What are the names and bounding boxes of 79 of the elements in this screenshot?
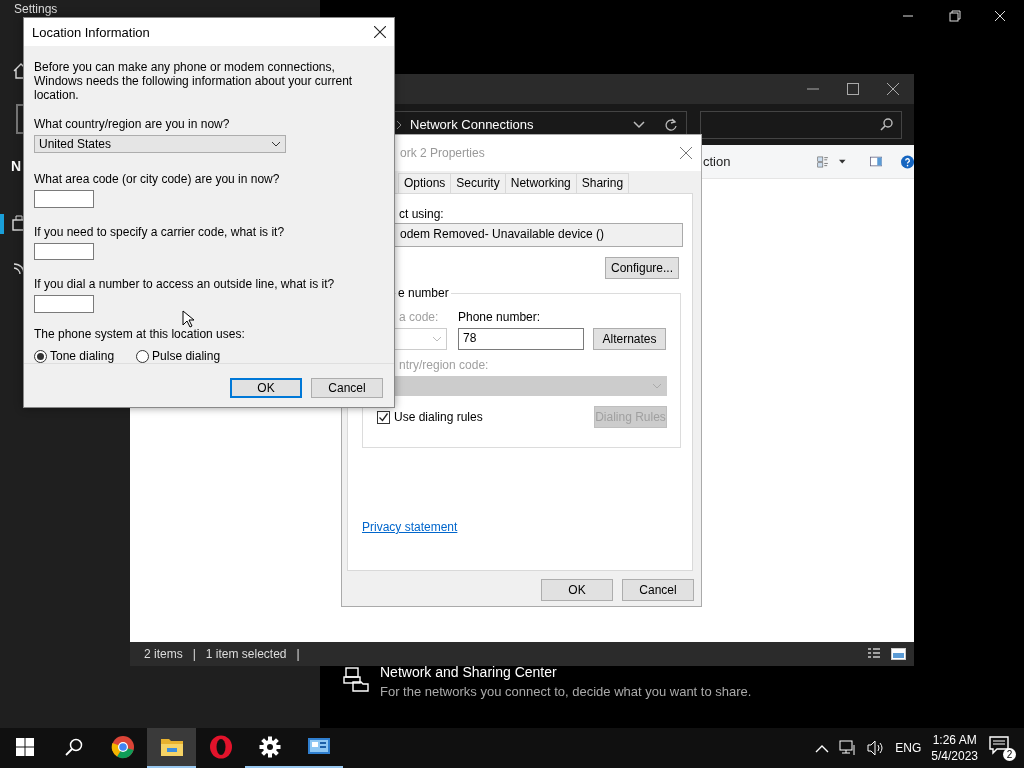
preview-pane-icon[interactable] [869,155,882,168]
field-label: The phone system at this location uses: [34,327,246,341]
chevron-icon [395,119,403,130]
maximize-icon[interactable] [846,82,860,96]
speaker-icon[interactable] [867,740,886,756]
language-indicator[interactable]: ENG [895,741,922,755]
carrier-code-field[interactable] [34,242,94,261]
network-sharing-icon[interactable] [343,666,369,692]
close-icon[interactable] [374,26,386,38]
status-separator: | [296,647,300,661]
refresh-icon[interactable] [664,117,678,132]
field-label: a code: [399,310,440,324]
checkbox-label: Use dialing rules [394,410,483,424]
tab[interactable]: Networking [504,173,577,193]
notification-badge: 2 [1003,748,1016,761]
status-text: 1 item selected [205,647,287,661]
chrome-icon [110,735,135,759]
dialog-button[interactable]: OK [541,579,613,601]
selection-indicator [0,214,4,234]
window-title: Settings [14,2,58,16]
caret-icon [652,383,662,389]
close-icon[interactable] [886,82,900,96]
radio-label: Pulse dialing [152,349,221,363]
dialog-title: ork 2 Properties [400,146,485,160]
area-code-field[interactable] [34,189,94,208]
opera-icon [208,735,233,759]
radio-label: Tone dialing [50,349,115,363]
intro-text: Before you can make any phone or modem connections, Windows needs the following information about your current location. [34,60,354,102]
status-separator: | [192,647,196,661]
link-title[interactable]: Network and Sharing Center [380,664,557,680]
clock[interactable]: 1:26 AM 5/4/2023 [931,732,978,764]
details-view-icon[interactable] [867,648,881,660]
field-label: If you dial a number to access an outside line, what is it? [34,277,336,292]
field-label: If you need to specify a carrier code, what is it? [34,224,286,239]
chevron-up-icon[interactable] [815,743,830,753]
field-label: ntry/region code: [399,358,490,372]
status-text: 2 items [144,647,183,661]
network-icon[interactable] [839,740,858,756]
privacy-link[interactable]: Privacy statement [362,520,458,534]
help-icon[interactable] [900,152,914,171]
alternates-button[interactable]: Alternates [593,328,666,350]
view-options-icon[interactable] [817,153,830,170]
phone-number-field[interactable]: 78 [458,328,584,350]
gear-icon [258,736,281,758]
large-icons-view-icon[interactable] [891,648,906,660]
field-label: What country/region are you in now? [34,117,231,131]
control-panel-icon [306,737,331,757]
radio-button[interactable] [136,349,150,363]
windows-start-icon[interactable] [15,738,34,756]
radio-button[interactable] [34,349,47,363]
dialog-button[interactable]: Cancel [311,378,383,398]
checkbox[interactable] [377,410,390,424]
dropdown-icon[interactable] [839,158,846,165]
search-field[interactable] [700,110,902,139]
folder-icon [159,736,184,758]
caret-icon [432,336,442,342]
dialog-button[interactable]: OK [230,378,302,398]
group-label: e number [396,286,451,300]
cursor-icon [182,310,194,328]
field-label: Phone number: [458,310,541,324]
search-icon [880,118,893,131]
dialog-title: Location Information [32,24,150,40]
caret-icon [271,140,281,147]
ethernet-icon[interactable] [12,215,26,233]
configure-button[interactable]: Configure... [605,257,679,279]
caret-icon[interactable] [633,120,645,129]
field-label: What area code (or city code) are you in now? [34,171,281,186]
search-icon[interactable] [64,738,83,756]
field-label: ct using: [399,207,445,221]
country-dropdown[interactable]: United States [34,135,286,153]
tab[interactable]: Security [450,173,506,193]
tab[interactable]: Options [398,173,452,193]
tab[interactable]: Sharing [575,173,630,193]
toolbar-command[interactable]: ction [703,154,731,169]
taskbar-button[interactable] [147,728,196,768]
link-description: For the networks you connect to, decide what you want to share. [380,684,752,699]
outside-line-field[interactable] [34,295,94,313]
section-heading: N [11,158,22,174]
dialog-button[interactable]: Cancel [622,579,694,601]
